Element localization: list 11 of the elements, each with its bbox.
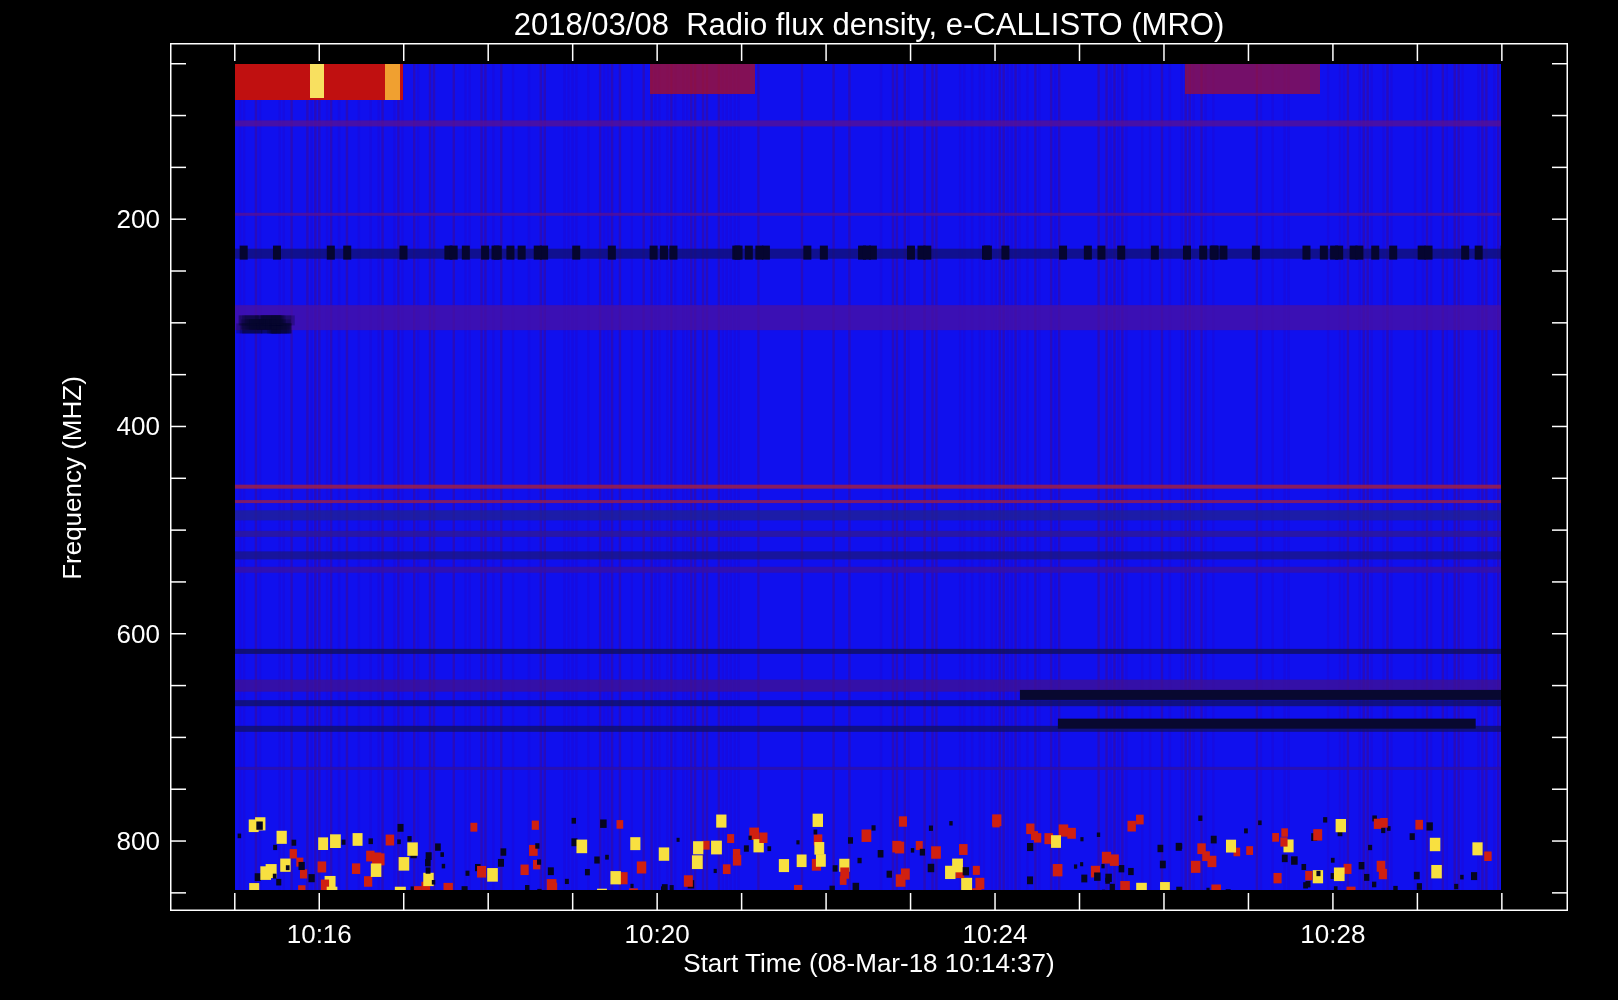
x-tick-label: 10:16 <box>286 919 352 949</box>
y-axis-label: Frequency (MHZ) <box>57 375 87 582</box>
x-tick-label: 10:24 <box>962 919 1028 949</box>
plot-title: 2018/03/08 Radio flux density, e-CALLISTO (MRO) <box>513 7 1225 43</box>
y-tick-label: 800 <box>116 826 160 857</box>
x-axis-label: Start Time (08-Mar-18 10:14:37) <box>682 948 1056 978</box>
x-tick-label: 10:20 <box>624 919 690 949</box>
y-tick-label: 600 <box>116 618 160 649</box>
y-tick-label: 200 <box>116 204 160 235</box>
y-tick-label: 400 <box>116 411 160 442</box>
x-tick-label: 10:28 <box>1300 919 1366 949</box>
